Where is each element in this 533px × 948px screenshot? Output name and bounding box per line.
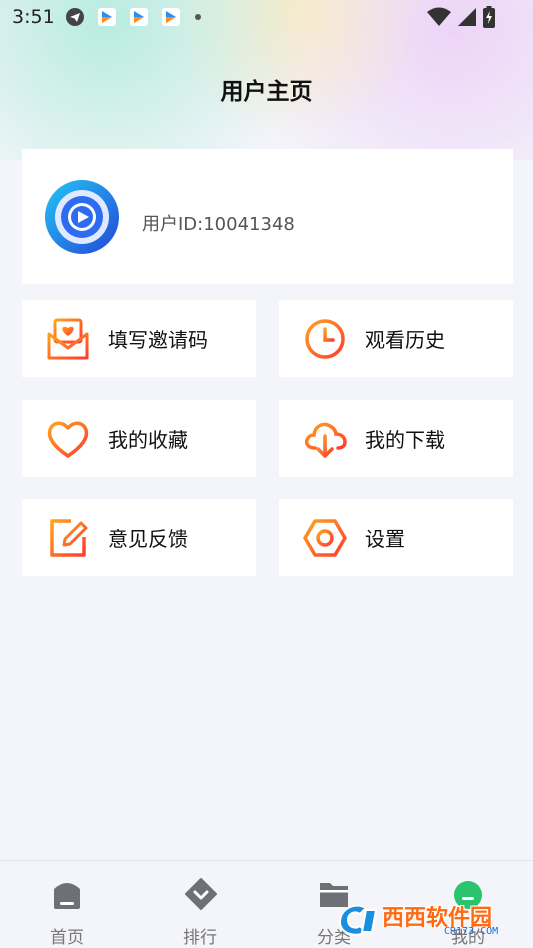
watermark-logo: 西西软件园 CR173.COM [336,896,516,940]
menu-watch-history[interactable]: 观看历史 [279,300,513,377]
menu-downloads[interactable]: 我的下载 [279,400,513,477]
menu-label: 我的下载 [365,428,445,452]
hexagon-settings-icon [303,516,347,560]
user-id: 用户ID:10041348 [142,214,295,235]
nav-rank[interactable]: 排行 [160,875,240,948]
diamond-rank-icon [184,877,217,911]
app-notification-icon [129,7,149,27]
nav-label: 排行 [183,928,217,948]
profile-card[interactable]: 用户ID:10041348 [22,149,513,284]
menu-feedback[interactable]: 意见反馈 [22,499,256,576]
home-icon [51,877,83,911]
status-time: 3:51 [12,6,55,28]
more-notifications-dot-icon [193,12,203,22]
heart-icon [46,417,90,461]
menu-favorites[interactable]: 我的收藏 [22,400,256,477]
menu-invite-code[interactable]: 填写邀请码 [22,300,256,377]
wifi-icon [427,7,451,31]
mail-heart-icon [46,317,90,361]
page-title: 用户主页 [220,79,313,105]
clock-icon [303,317,347,361]
menu-label: 填写邀请码 [108,328,208,352]
menu-label: 设置 [365,527,405,551]
status-right [427,6,495,32]
nav-home[interactable]: 首页 [27,875,107,948]
menu-label: 意见反馈 [108,527,188,551]
status-bar: 3:51 [0,0,533,34]
nav-label: 首页 [50,928,84,948]
user-home-screen: 3:51 用户主页 用户ID:10041348 填写邀请码 观看历史 我的收藏 … [0,0,533,948]
telegram-icon [65,7,85,27]
menu-label: 我的收藏 [108,428,188,452]
cloud-download-icon [303,417,347,461]
app-notification-icon [97,7,117,27]
edit-note-icon [46,516,90,560]
watermark-subtext: CR173.COM [444,926,499,937]
battery-icon [483,6,495,32]
menu-label: 观看历史 [365,328,445,352]
avatar[interactable] [44,179,120,255]
menu-settings[interactable]: 设置 [279,499,513,576]
app-notification-icon [161,7,181,27]
signal-icon [457,7,477,31]
